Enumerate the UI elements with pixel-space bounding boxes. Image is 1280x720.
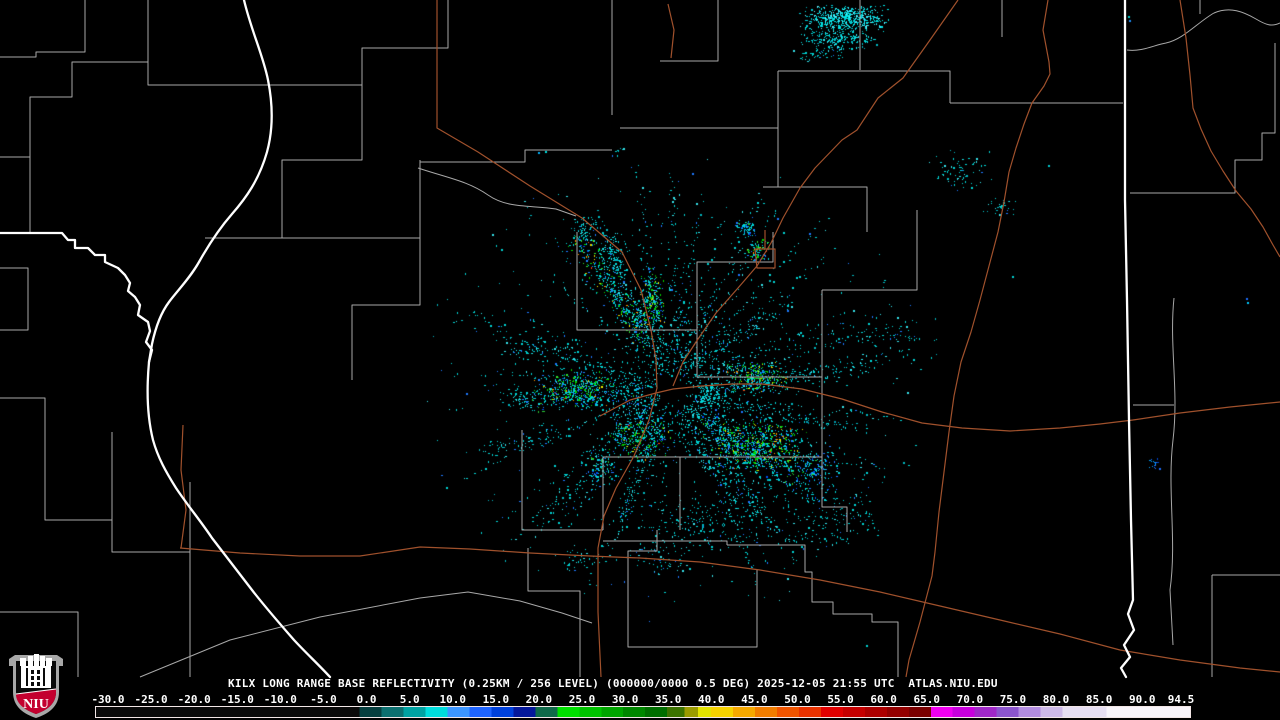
county-lines-layer [0,0,1280,677]
niu-castle-icon [20,654,52,688]
state-borders-layer [0,0,1136,679]
highways-layer [179,0,1280,678]
basemap-layers [0,0,1280,679]
niu-logo: NIU [9,654,63,718]
niu-logo-text: NIU [23,697,49,712]
river-lines-layer [139,9,1280,678]
radar-map [0,0,1280,720]
